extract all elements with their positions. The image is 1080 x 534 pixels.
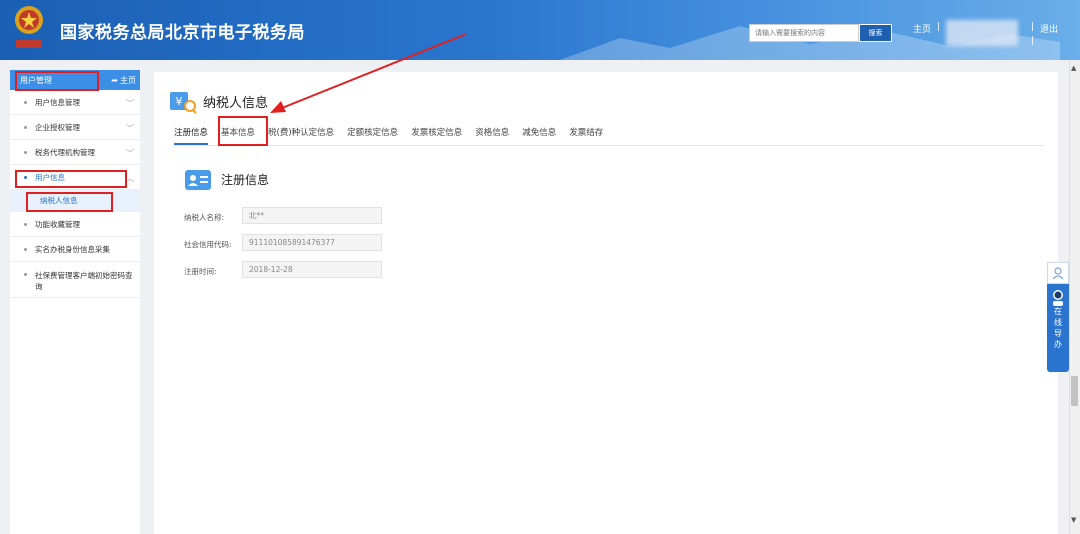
section-title: 注册信息 bbox=[221, 173, 270, 187]
scrollbar-thumb[interactable] bbox=[1071, 376, 1078, 406]
separator: | bbox=[937, 22, 941, 32]
sidebar-header-label[interactable]: 用户管理 bbox=[20, 75, 52, 86]
scroll-up-icon[interactable]: ▲ bbox=[1071, 64, 1076, 72]
tab-qualification[interactable]: 资格信息 bbox=[475, 126, 509, 145]
search-input[interactable] bbox=[749, 24, 859, 42]
tab-invoice-stock[interactable]: 发票结存 bbox=[569, 126, 603, 145]
tab-quota[interactable]: 定额核定信息 bbox=[347, 126, 398, 145]
user-icon[interactable] bbox=[1047, 262, 1069, 284]
guide-char: 办 bbox=[1054, 340, 1062, 349]
sidebar-item-label: 用户信息管理 bbox=[35, 97, 80, 107]
sidebar-item-label: 企业授权管理 bbox=[35, 122, 80, 132]
site-header: 国家税务总局北京市电子税务局 搜索 主页 | | | 退出 bbox=[0, 0, 1080, 60]
sidebar-item-enterprise-auth[interactable]: 企业授权管理 ﹀ bbox=[10, 115, 140, 140]
chevron-down-icon: ﹀ bbox=[126, 124, 134, 133]
sidebar-item-label: 实名办税身份信息采集 bbox=[35, 244, 110, 254]
tab-invoice-approval[interactable]: 发票核定信息 bbox=[411, 126, 462, 145]
separator: | bbox=[1031, 22, 1035, 32]
scroll-down-icon[interactable]: ▼ bbox=[1071, 516, 1076, 524]
bullet-icon bbox=[24, 273, 27, 276]
sidebar-home-link[interactable]: ➦ 主页 bbox=[111, 75, 136, 86]
bullet-icon bbox=[24, 247, 27, 251]
sidebar-subitem-taxpayer-info[interactable]: 纳税人信息 bbox=[10, 190, 140, 212]
bullet-icon bbox=[24, 125, 27, 129]
sidebar-item-tax-agency[interactable]: 税务代理机构管理 ﹀ bbox=[10, 140, 140, 165]
svg-text:¥: ¥ bbox=[176, 95, 183, 108]
guide-char: 导 bbox=[1054, 329, 1062, 338]
field-credit-code: 911101085891476377 bbox=[242, 234, 382, 251]
chevron-down-icon: ﹀ bbox=[126, 99, 134, 108]
online-guide-button[interactable]: 在 线 导 办 bbox=[1047, 284, 1069, 372]
bullet-icon bbox=[24, 175, 27, 179]
back-arrow-icon: ➦ bbox=[111, 75, 118, 85]
sidebar-item-label: 功能收藏管理 bbox=[35, 219, 80, 229]
tab-exemption[interactable]: 减免信息 bbox=[522, 126, 556, 145]
bullet-icon bbox=[24, 150, 27, 154]
tab-bar: 注册信息 基本信息 税(费)种认定信息 定额核定信息 发票核定信息 资格信息 减… bbox=[174, 126, 1044, 146]
sidebar-header: 用户管理 ➦ 主页 bbox=[10, 70, 140, 90]
main-panel: ¥ 纳税人信息 注册信息 基本信息 税(费)种认定信息 定额核定信息 发票核定信… bbox=[154, 72, 1058, 534]
field-label-taxpayer-name: 纳税人名称: bbox=[184, 213, 225, 222]
bullet-icon bbox=[24, 222, 27, 226]
sidebar-item-social-security[interactable]: 社保费管理客户端初始密码查询 bbox=[10, 262, 140, 298]
guide-char: 线 bbox=[1054, 318, 1062, 327]
chevron-down-icon: ﹀ bbox=[126, 149, 134, 158]
sidebar-item-label: 税务代理机构管理 bbox=[35, 147, 95, 157]
sidebar-item-user-info-management[interactable]: 用户信息管理 ﹀ bbox=[10, 90, 140, 115]
logout-link[interactable]: 退出 bbox=[1040, 22, 1058, 35]
tab-tax-type[interactable]: 税(费)种认定信息 bbox=[268, 126, 334, 145]
sidebar-item-label: 社保费管理客户端初始密码查询 bbox=[35, 271, 133, 291]
field-taxpayer-name: 北** bbox=[242, 207, 382, 224]
chevron-up-icon: ︿ bbox=[126, 174, 134, 183]
sidebar-item-favorites[interactable]: 功能收藏管理 bbox=[10, 212, 140, 237]
emblem-icon bbox=[15, 6, 43, 48]
sidebar-home-label: 主页 bbox=[120, 75, 136, 85]
id-card-icon bbox=[185, 170, 211, 190]
sidebar-item-label: 用户信息 bbox=[35, 172, 65, 182]
sidebar-item-user-info[interactable]: 用户信息 ︿ bbox=[10, 165, 140, 190]
page-title: 纳税人信息 bbox=[203, 96, 269, 111]
user-name-blurred bbox=[946, 20, 1018, 46]
home-link[interactable]: 主页 bbox=[913, 22, 931, 35]
bullet-icon bbox=[24, 100, 27, 104]
sidebar-item-real-name[interactable]: 实名办税身份信息采集 bbox=[10, 237, 140, 262]
separator: | bbox=[1031, 36, 1035, 46]
online-guide-widget[interactable]: 在 线 导 办 bbox=[1047, 262, 1069, 374]
tab-basic-info[interactable]: 基本信息 bbox=[221, 126, 255, 145]
field-reg-date: 2018-12-28 bbox=[242, 261, 382, 278]
guide-char: 在 bbox=[1054, 307, 1062, 316]
agent-avatar-icon bbox=[1053, 290, 1063, 306]
taxpayer-info-icon: ¥ bbox=[170, 92, 197, 114]
field-label-credit-code: 社会信用代码: bbox=[184, 240, 232, 249]
tab-registration[interactable]: 注册信息 bbox=[174, 126, 209, 145]
site-title: 国家税务总局北京市电子税务局 bbox=[60, 23, 305, 43]
vertical-scrollbar[interactable] bbox=[1069, 60, 1080, 534]
sidebar: 用户管理 ➦ 主页 用户信息管理 ﹀ 企业授权管理 ﹀ 税务代理机构管理 ﹀ 用… bbox=[10, 70, 140, 534]
field-label-reg-date: 注册时间: bbox=[184, 267, 217, 276]
search-button[interactable]: 搜索 bbox=[859, 24, 892, 42]
